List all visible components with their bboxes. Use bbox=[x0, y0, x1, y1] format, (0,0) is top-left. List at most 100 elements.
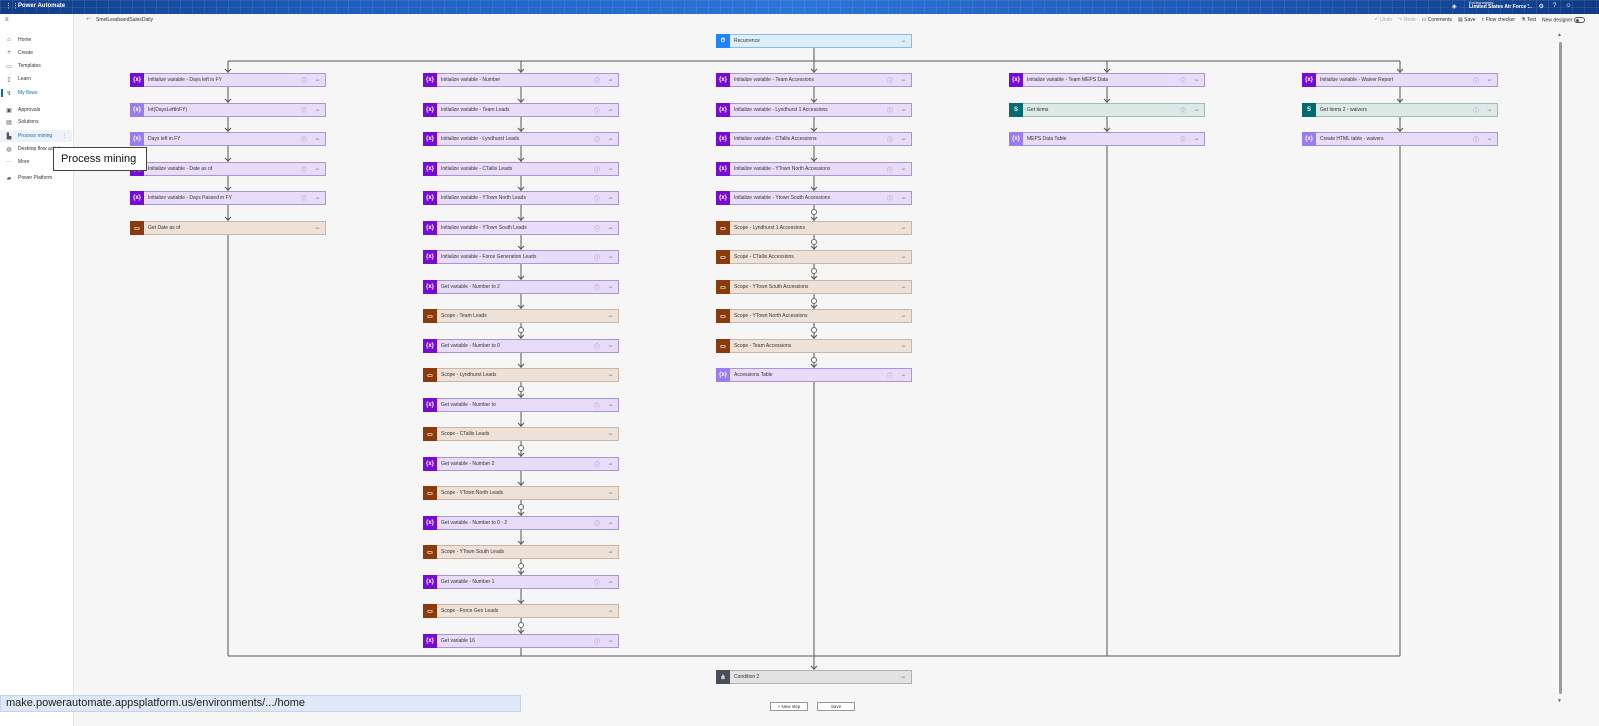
action-card[interactable]: {x} Get variable - Number 1 ⓘ ··· bbox=[423, 575, 619, 589]
more-options-icon[interactable]: ··· bbox=[608, 402, 613, 409]
action-card[interactable]: ▭ Scope - YTown South Accessions ··· bbox=[716, 280, 912, 294]
more-options-icon[interactable]: ··· bbox=[608, 608, 613, 615]
run-after-icon[interactable] bbox=[518, 622, 524, 628]
info-icon[interactable]: ⓘ bbox=[594, 637, 600, 646]
more-options-icon[interactable]: ··· bbox=[608, 284, 613, 291]
more-options-icon[interactable]: ··· bbox=[901, 254, 906, 261]
run-after-icon[interactable] bbox=[811, 298, 817, 304]
more-options-icon[interactable]: ··· bbox=[315, 166, 320, 173]
more-options-icon[interactable]: ··· bbox=[315, 225, 320, 232]
action-card[interactable]: {x} Get variable - Number to 0 ⓘ ··· bbox=[423, 339, 619, 353]
more-options-icon[interactable]: ··· bbox=[608, 461, 613, 468]
action-card[interactable]: {x} Initialize variable - Lyndhurst Leads… bbox=[423, 132, 619, 146]
more-options-icon[interactable]: ··· bbox=[901, 77, 906, 84]
run-after-icon[interactable] bbox=[518, 327, 524, 333]
action-card[interactable]: ▭ Scope - YTown South Leads ··· bbox=[423, 545, 619, 559]
more-options-icon[interactable]: ··· bbox=[315, 136, 320, 143]
more-options-icon[interactable]: ··· bbox=[1194, 107, 1199, 114]
more-options-icon[interactable]: ··· bbox=[608, 638, 613, 645]
action-card[interactable]: ▭ Scope - YTown North Leads ··· bbox=[423, 486, 619, 500]
more-options-icon[interactable]: ··· bbox=[608, 520, 613, 527]
action-card[interactable]: {x} Accessions Table ⓘ ··· bbox=[716, 368, 912, 382]
more-options-icon[interactable]: ··· bbox=[1487, 77, 1492, 84]
run-after-icon[interactable] bbox=[811, 327, 817, 333]
more-options-icon[interactable]: ··· bbox=[901, 38, 906, 45]
action-card[interactable]: {x} Initialize variable - CTallis Accessi… bbox=[716, 132, 912, 146]
more-options-icon[interactable]: ··· bbox=[901, 284, 906, 291]
info-icon[interactable]: ⓘ bbox=[594, 519, 600, 528]
more-options-icon[interactable]: ··· bbox=[901, 343, 906, 350]
trigger-card[interactable]: ⏱ Recurrence ··· bbox=[716, 34, 912, 48]
action-card[interactable]: ▭ Scope - Team Accessions ··· bbox=[716, 339, 912, 353]
action-card[interactable]: {x} Initialize variable - YTown North Acc… bbox=[716, 162, 912, 176]
more-options-icon[interactable]: ··· bbox=[901, 674, 906, 681]
info-icon[interactable]: ⓘ bbox=[1473, 106, 1479, 115]
scroll-down-icon[interactable]: ▼ bbox=[1557, 698, 1562, 704]
info-icon[interactable]: ⓘ bbox=[1180, 106, 1186, 115]
more-options-icon[interactable]: ··· bbox=[901, 195, 906, 202]
run-after-icon[interactable] bbox=[811, 239, 817, 245]
action-card[interactable]: {x} Initialize variable - YTown South Lea… bbox=[423, 221, 619, 235]
info-icon[interactable]: ⓘ bbox=[301, 106, 307, 115]
run-after-icon[interactable] bbox=[811, 357, 817, 363]
info-icon[interactable]: ⓘ bbox=[1473, 76, 1479, 85]
more-options-icon[interactable]: ··· bbox=[1194, 77, 1199, 84]
action-card[interactable]: ▭ Scope - Lyndhurst Leads ··· bbox=[423, 368, 619, 382]
info-icon[interactable]: ⓘ bbox=[887, 194, 893, 203]
info-icon[interactable]: ⓘ bbox=[594, 76, 600, 85]
more-options-icon[interactable]: ··· bbox=[608, 254, 613, 261]
more-options-icon[interactable]: ··· bbox=[608, 77, 613, 84]
scroll-up-icon[interactable]: ▲ bbox=[1557, 32, 1562, 38]
more-options-icon[interactable]: ··· bbox=[608, 195, 613, 202]
action-card[interactable]: {x} Get variable - Number to 2 ⓘ ··· bbox=[423, 280, 619, 294]
action-card[interactable]: {x} Get variable - Number to ⓘ ··· bbox=[423, 398, 619, 412]
more-options-icon[interactable]: ··· bbox=[315, 195, 320, 202]
action-card[interactable]: {x} Initialize variable - Force Generatio… bbox=[423, 250, 619, 264]
more-options-icon[interactable]: ··· bbox=[608, 372, 613, 379]
info-icon[interactable]: ⓘ bbox=[594, 460, 600, 469]
action-card[interactable]: {x} Initialize variable - Team Leads ⓘ ··· bbox=[423, 103, 619, 117]
more-options-icon[interactable]: ··· bbox=[315, 107, 320, 114]
action-card[interactable]: {x} Get variable 16 ⓘ ··· bbox=[423, 634, 619, 648]
action-card[interactable]: {x} Initialize variable - Days Passed in … bbox=[130, 191, 326, 205]
run-after-icon[interactable] bbox=[518, 504, 524, 510]
info-icon[interactable]: ⓘ bbox=[301, 135, 307, 144]
action-card[interactable]: {x} Days left in FY ⓘ ··· bbox=[130, 132, 326, 146]
more-options-icon[interactable]: ··· bbox=[901, 313, 906, 320]
more-options-icon[interactable]: ··· bbox=[608, 166, 613, 173]
run-after-icon[interactable] bbox=[811, 268, 817, 274]
more-options-icon[interactable]: ··· bbox=[1487, 107, 1492, 114]
more-options-icon[interactable]: ··· bbox=[901, 225, 906, 232]
info-icon[interactable]: ⓘ bbox=[594, 165, 600, 174]
action-card[interactable]: {x} Initialize variable - CTallis Leads ⓘ ·… bbox=[423, 162, 619, 176]
info-icon[interactable]: ⓘ bbox=[594, 135, 600, 144]
action-card[interactable]: {x} Get variable - Number 2 ⓘ ··· bbox=[423, 457, 619, 471]
footer-save-button[interactable]: Save bbox=[817, 702, 855, 711]
action-card[interactable]: {x} Initialize variable - Lyndhurst 1 Acc… bbox=[716, 103, 912, 117]
info-icon[interactable]: ⓘ bbox=[594, 106, 600, 115]
info-icon[interactable]: ⓘ bbox=[594, 194, 600, 203]
action-card[interactable]: ▭ Scope - YTown North Accessions ··· bbox=[716, 309, 912, 323]
action-card[interactable]: {x} Initialize variable - Team MEPS Data ⓘ… bbox=[1009, 73, 1205, 87]
scroll-thumb[interactable] bbox=[1559, 42, 1562, 694]
more-options-icon[interactable]: ··· bbox=[608, 579, 613, 586]
info-icon[interactable]: ⓘ bbox=[887, 371, 893, 380]
action-card[interactable]: {x} Initialize variable - Ytown South Acc… bbox=[716, 191, 912, 205]
run-after-icon[interactable] bbox=[518, 386, 524, 392]
info-icon[interactable]: ⓘ bbox=[1180, 76, 1186, 85]
action-card[interactable]: {x} Initialize variable - Number ⓘ ··· bbox=[423, 73, 619, 87]
info-icon[interactable]: ⓘ bbox=[301, 165, 307, 174]
more-options-icon[interactable]: ··· bbox=[901, 107, 906, 114]
more-options-icon[interactable]: ··· bbox=[901, 372, 906, 379]
more-options-icon[interactable]: ··· bbox=[608, 107, 613, 114]
more-options-icon[interactable]: ··· bbox=[608, 225, 613, 232]
info-icon[interactable]: ⓘ bbox=[887, 135, 893, 144]
action-card[interactable]: {x} MEPS Data Table ⓘ ··· bbox=[1009, 132, 1205, 146]
action-card[interactable]: {x} Initialize variable - YTown North Lea… bbox=[423, 191, 619, 205]
action-card[interactable]: ▭ Scope - CTallis Leads ··· bbox=[423, 427, 619, 441]
run-after-icon[interactable] bbox=[518, 563, 524, 569]
more-options-icon[interactable]: ··· bbox=[608, 549, 613, 556]
action-card[interactable]: S Get items 2 - waivers ⓘ ··· bbox=[1302, 103, 1498, 117]
action-card[interactable]: ▭ Scope - Lyndhurst 1 Accessions ··· bbox=[716, 221, 912, 235]
action-card[interactable]: ▭ Scope - CTallis Accessions ··· bbox=[716, 250, 912, 264]
